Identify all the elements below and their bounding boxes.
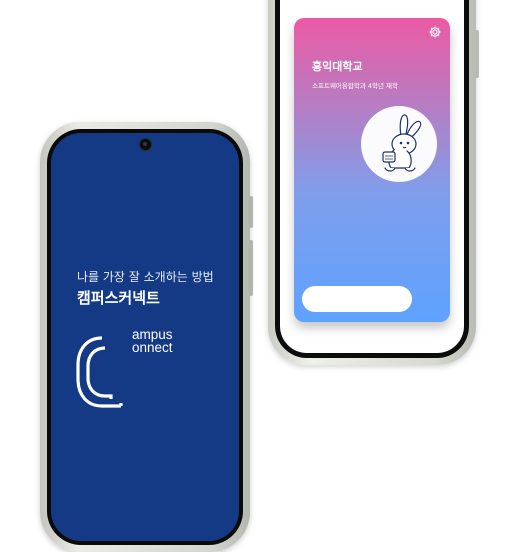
student-id-card[interactable]: 홍익대학교 소프트웨어융합학과 4학년 재학 [294, 18, 450, 322]
logo-text-onnect: onnect [132, 340, 173, 355]
brand-name: 캠퍼스커넥트 [77, 289, 160, 307]
front-camera [139, 138, 152, 151]
gear-icon[interactable] [428, 25, 442, 39]
side-button [475, 30, 479, 78]
volume-button [249, 196, 253, 228]
front-phone: 나를 가장 잘 소개하는 방법 캠퍼스커넥트 ampus onnect [40, 122, 253, 552]
card-action-button[interactable] [302, 286, 412, 312]
c-logo-icon [76, 336, 123, 408]
back-phone-screen: 홍익대학교 소프트웨어융합학과 4학년 재학 [280, 0, 464, 353]
profile-avatar [361, 106, 437, 182]
power-button [249, 240, 253, 296]
department-info: 소프트웨어융합학과 4학년 재학 [312, 82, 399, 90]
back-phone: 홍익대학교 소프트웨어융합학과 4학년 재학 [268, 0, 479, 365]
rabbit-mascot-icon [382, 114, 422, 172]
splash-screen: 나를 가장 잘 소개하는 방법 캠퍼스커넥트 ampus onnect [51, 133, 239, 541]
school-name: 홍익대학교 [312, 60, 363, 73]
tagline: 나를 가장 잘 소개하는 방법 [77, 270, 214, 284]
